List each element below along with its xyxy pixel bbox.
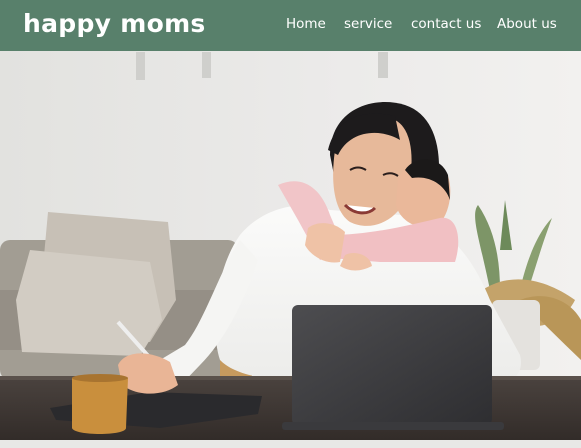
wall-hook (378, 52, 388, 78)
nav-link-about-us[interactable]: About us (497, 16, 557, 32)
hero-photo (0, 51, 581, 448)
hero-image (0, 51, 581, 448)
navbar: happy moms Home service contact us About… (0, 0, 581, 51)
coffee-mug (72, 378, 128, 434)
laptop-base (282, 422, 504, 430)
brand-logo[interactable]: happy moms (23, 9, 206, 38)
wall-hook (136, 52, 145, 80)
wall-hook (202, 52, 211, 78)
cushion (16, 250, 162, 356)
nav-link-service[interactable]: service (344, 16, 392, 32)
nav-link-home[interactable]: Home (286, 16, 326, 32)
laptop (292, 305, 492, 425)
nav-link-contact-us[interactable]: contact us (411, 16, 481, 32)
